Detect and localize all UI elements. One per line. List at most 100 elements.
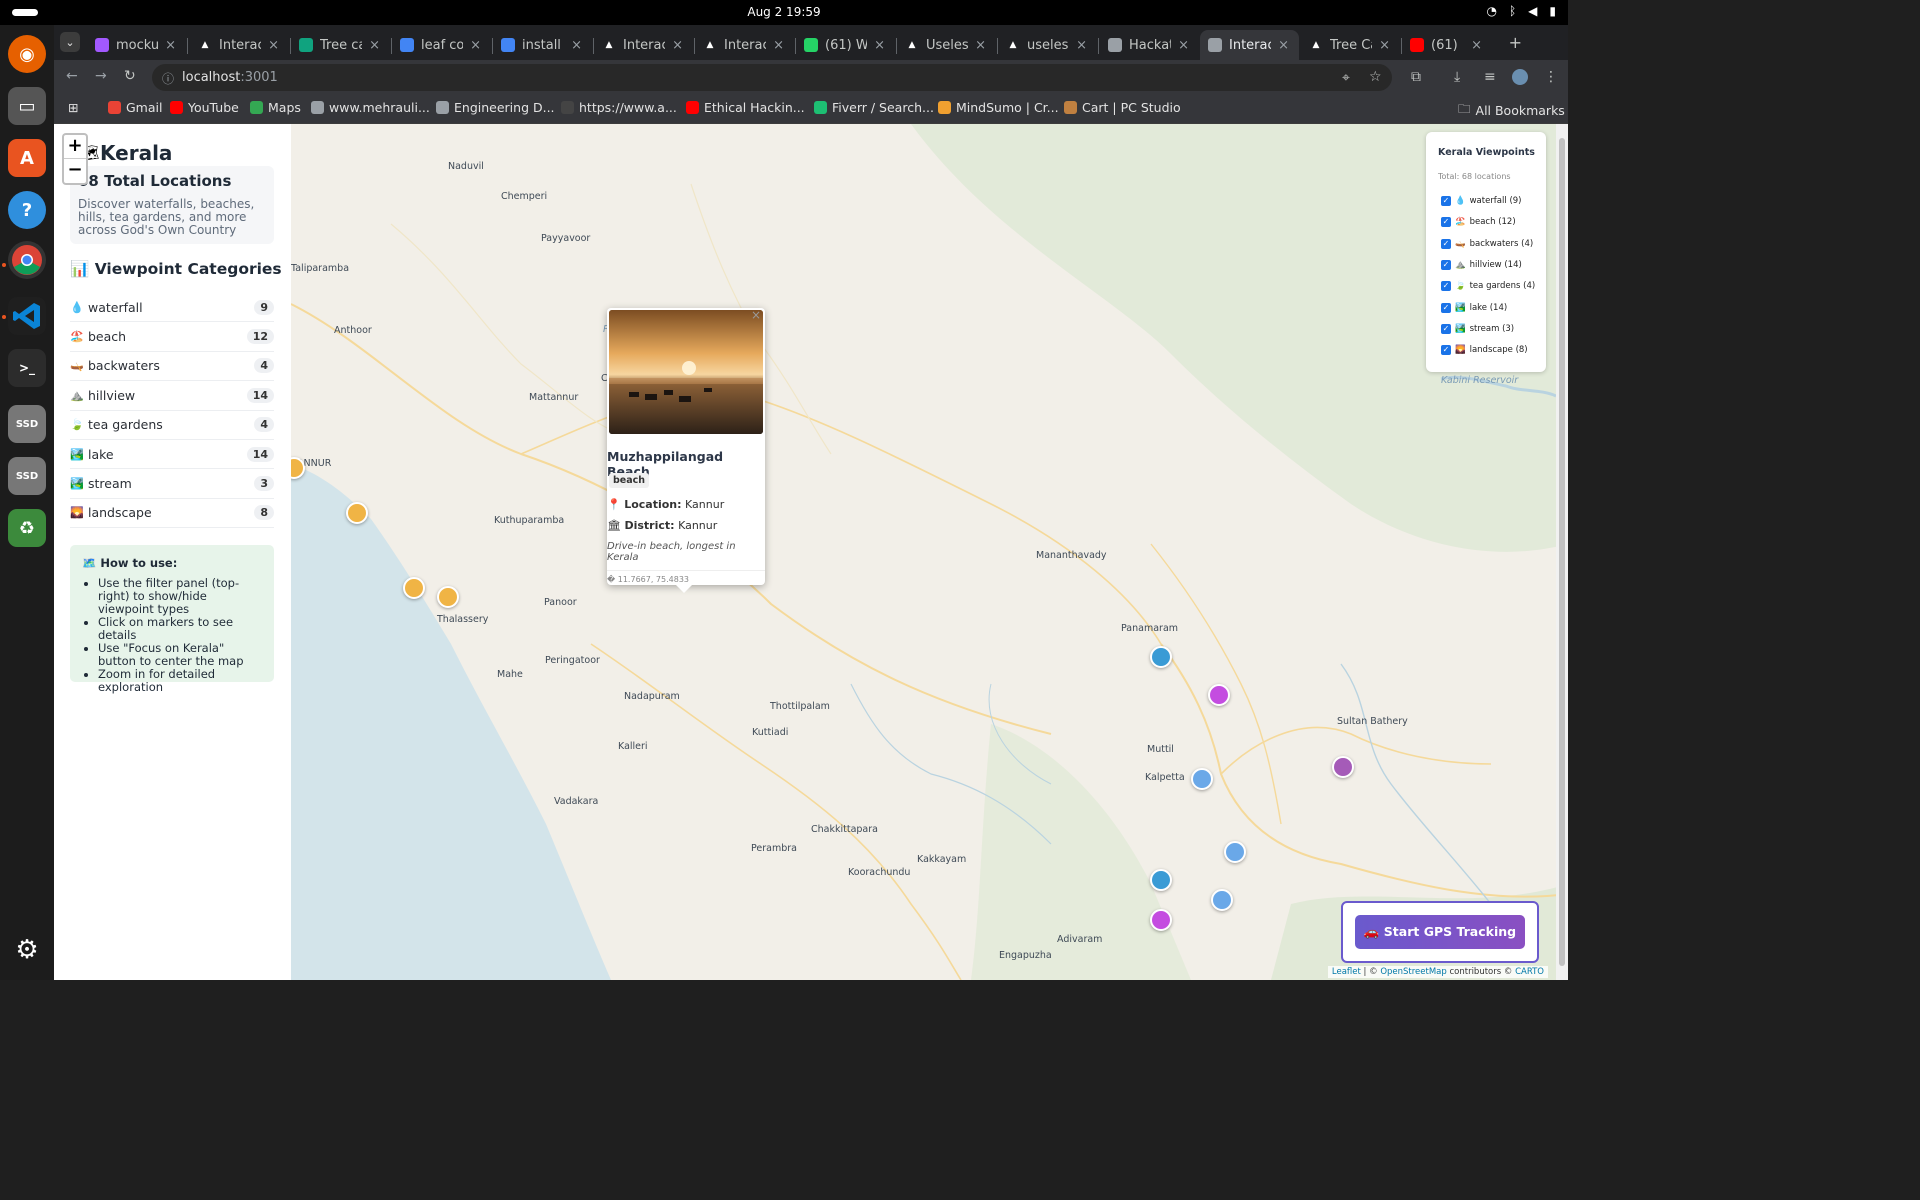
tab-close-icon[interactable]: × [672, 38, 683, 53]
bookmark-item[interactable]: Maps [250, 100, 301, 115]
download-icon[interactable]: ⤓ [1454, 69, 1460, 85]
tab-0[interactable]: mockup × [87, 30, 186, 60]
tab-close-icon[interactable]: × [165, 38, 176, 53]
system-tray[interactable]: ◔ ᛒ ◀ ▮ [1486, 4, 1556, 18]
category-row-landscape[interactable]: 🌄 landscape 8 [70, 499, 274, 529]
bookmark-item[interactable]: Engineering D... [436, 100, 555, 115]
category-row-beach[interactable]: 🏖️ beach 12 [70, 322, 274, 352]
tab-3[interactable]: leaf cou × [392, 30, 491, 60]
bookmark-item[interactable]: Gmail [108, 100, 162, 115]
carto-link[interactable]: CARTO [1515, 967, 1544, 977]
bookmark-item[interactable]: YouTube [170, 100, 239, 115]
all-bookmarks-folder[interactable]: 🗀 All Bookmarks [1458, 100, 1565, 121]
terminal-icon[interactable]: >_ [8, 349, 46, 387]
new-tab-button[interactable]: + [1509, 33, 1522, 52]
category-row-waterfall[interactable]: 💧 waterfall 9 [70, 293, 274, 323]
apps-grid-icon[interactable]: ⊞ [68, 100, 78, 115]
tab-10[interactable]: Hackath × [1100, 30, 1199, 60]
category-row-lake[interactable]: 🏞️ lake 14 [70, 440, 274, 470]
map-marker-lake[interactable] [1211, 889, 1233, 911]
media-control-icon[interactable]: ≡ [1484, 69, 1496, 85]
tab-close-icon[interactable]: × [268, 38, 279, 53]
system-clock[interactable]: Aug 2 19:59 [0, 5, 1568, 19]
filter-checkbox[interactable]: ✓ [1441, 217, 1451, 228]
bookmark-item[interactable]: www.mehrauli... [311, 100, 430, 115]
site-info-icon[interactable]: ⓘ [162, 70, 174, 87]
map-marker-waterfall[interactable] [1150, 646, 1172, 668]
tab-12[interactable]: ▲ Tree Ca × [1301, 30, 1400, 60]
category-row-stream[interactable]: 🏞️ stream 3 [70, 469, 274, 499]
tab-close-icon[interactable]: × [1076, 38, 1087, 53]
map-marker-beach[interactable] [346, 502, 368, 524]
ssd-drive-icon[interactable]: SSD [8, 457, 46, 495]
map-marker-waterfall[interactable] [1150, 869, 1172, 891]
filter-checkbox[interactable]: ✓ [1441, 196, 1451, 206]
reload-icon[interactable]: ↻ [124, 68, 136, 84]
location-icon[interactable]: ⌖ [1342, 70, 1350, 86]
forward-icon[interactable]: → [95, 68, 107, 84]
tab-close-icon[interactable]: × [369, 38, 380, 53]
category-row-tea-gardens[interactable]: 🍃 tea gardens 4 [70, 411, 274, 440]
bookmark-item[interactable]: https://www.a... [561, 100, 677, 115]
tab-7[interactable]: (61) Wh × [796, 30, 895, 60]
ssd-drive-icon[interactable]: SSD [8, 405, 46, 443]
map-marker-beach[interactable] [437, 586, 459, 608]
tab-close-icon[interactable]: × [773, 38, 784, 53]
tab-search-button[interactable]: ⌄ [60, 32, 80, 52]
leaflet-link[interactable]: Leaflet [1332, 967, 1361, 977]
profile-avatar[interactable] [1512, 69, 1528, 85]
app-center-icon[interactable]: A [8, 139, 46, 177]
tab-9[interactable]: ▲ useless_ × [998, 30, 1097, 60]
category-row-backwaters[interactable]: 🛶 backwaters 4 [70, 352, 274, 382]
bookmark-item[interactable]: Cart | PC Studio [1064, 100, 1181, 115]
extensions-icon[interactable]: ⧉ [1411, 69, 1421, 85]
map-marker-beach[interactable] [403, 577, 425, 599]
tab-8[interactable]: ▲ Useless × [897, 30, 996, 60]
filter-row[interactable]: ✓ 🏞️ lake (14) [1441, 302, 1507, 313]
filter-checkbox[interactable]: ✓ [1441, 238, 1451, 249]
filter-checkbox[interactable]: ✓ [1441, 281, 1451, 292]
filter-row[interactable]: ✓ 🏞️ stream (3) [1441, 323, 1514, 334]
tab-11[interactable]: Interact × [1200, 30, 1299, 60]
files-icon[interactable]: ▭ [8, 87, 46, 125]
popup-close-button[interactable]: × [751, 308, 761, 322]
tab-13[interactable]: (61) × [1402, 30, 1492, 60]
page-scrollbar[interactable] [1556, 124, 1568, 980]
map-marker-hillview[interactable] [1150, 909, 1172, 931]
trash-icon[interactable]: ♻ [8, 509, 46, 547]
scrollbar-thumb[interactable] [1559, 138, 1565, 966]
tab-close-icon[interactable]: × [470, 38, 481, 53]
filter-row[interactable]: ✓ ⛰️ hillview (14) [1441, 259, 1522, 270]
filter-row[interactable]: ✓ 🍃 tea gardens (4) [1441, 281, 1535, 292]
address-bar[interactable]: ⓘ localhost:3001 ⌖ ☆ [152, 64, 1392, 91]
map-marker-landscape[interactable] [1332, 756, 1354, 778]
filter-row[interactable]: ✓ 🌄 landscape (8) [1441, 345, 1528, 356]
zoom-out-button[interactable]: − [64, 159, 86, 183]
filter-checkbox[interactable]: ✓ [1441, 259, 1451, 270]
bookmark-item[interactable]: Ethical Hackin... [686, 100, 805, 115]
tab-5[interactable]: ▲ Interact × [594, 30, 693, 60]
tab-2[interactable]: Tree cal × [291, 30, 390, 60]
map-marker-lake[interactable] [1191, 768, 1213, 790]
start-gps-tracking-button[interactable]: 🚗 Start GPS Tracking [1355, 915, 1525, 949]
filter-row[interactable]: ✓ 🛶 backwaters (4) [1441, 238, 1533, 249]
tab-4[interactable]: install p × [493, 30, 592, 60]
tab-1[interactable]: ▲ Interact × [190, 30, 289, 60]
zoom-in-button[interactable]: + [64, 135, 86, 159]
tab-close-icon[interactable]: × [1178, 38, 1189, 53]
map-marker-lake[interactable] [1224, 841, 1246, 863]
show-apps-icon[interactable]: ⚙ [8, 931, 46, 969]
tab-6[interactable]: ▲ Interact × [695, 30, 794, 60]
filter-row[interactable]: ✓ 💧 waterfall (9) [1441, 196, 1521, 206]
tab-close-icon[interactable]: × [571, 38, 582, 53]
tab-close-icon[interactable]: × [874, 38, 885, 53]
filter-checkbox[interactable]: ✓ [1441, 345, 1451, 356]
category-row-hillview[interactable]: ⛰️ hillview 14 [70, 381, 274, 411]
map-canvas[interactable]: Naduvil Chemperi Payyavoor Taliparamba Antho… [283, 124, 1568, 980]
map-marker-hillview[interactable] [1208, 684, 1230, 706]
osm-link[interactable]: OpenStreetMap [1380, 967, 1446, 977]
filter-row[interactable]: ✓ 🏖️ beach (12) [1441, 217, 1516, 228]
firefox-icon[interactable]: ◉ [8, 35, 46, 73]
bookmark-item[interactable]: Fiverr / Search... [814, 100, 934, 115]
menu-icon[interactable]: ⋮ [1544, 69, 1558, 85]
